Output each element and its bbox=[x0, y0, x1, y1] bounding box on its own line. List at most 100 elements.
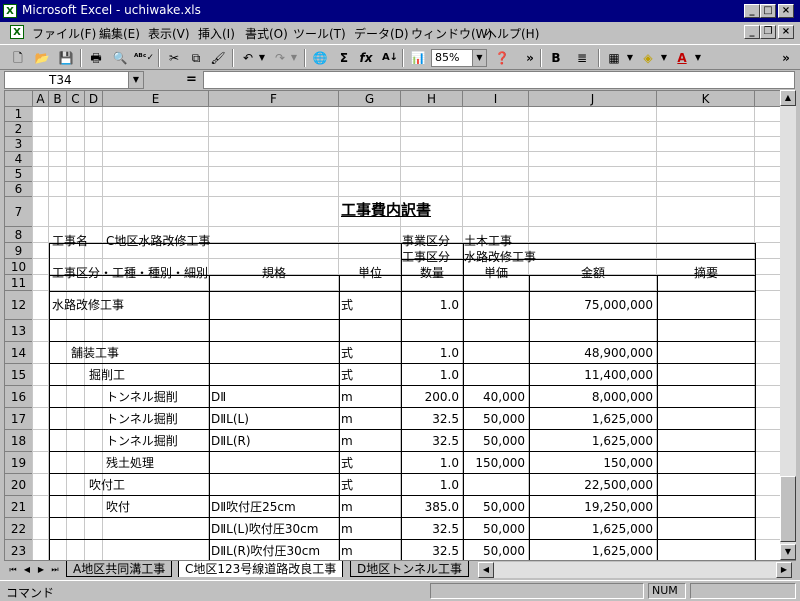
tab-a-district[interactable]: A地区共同溝工事 bbox=[66, 561, 173, 577]
doc-close-button[interactable]: × bbox=[778, 25, 794, 39]
col-header-g[interactable]: G bbox=[339, 91, 401, 107]
row-header[interactable]: 16 bbox=[5, 386, 33, 408]
vertical-scroll-thumb[interactable] bbox=[780, 476, 796, 542]
prev-sheet-icon[interactable]: ◀ bbox=[20, 563, 34, 577]
row-header[interactable]: 23 bbox=[5, 540, 33, 560]
autosum-sigma-icon[interactable]: Σ bbox=[334, 49, 354, 67]
row-header[interactable]: 15 bbox=[5, 364, 33, 386]
row-header[interactable]: 6 bbox=[5, 182, 33, 197]
row-header[interactable]: 7 bbox=[5, 197, 33, 227]
name-box-dropdown-icon[interactable]: ▼ bbox=[128, 72, 143, 88]
name-box[interactable]: T34 ▼ bbox=[4, 71, 144, 89]
row-header[interactable]: 9 bbox=[5, 243, 33, 259]
row-header[interactable]: 18 bbox=[5, 430, 33, 452]
tab-c-district[interactable]: C地区123号線道路改良工事 bbox=[178, 561, 344, 577]
copy-icon[interactable]: ⧉ bbox=[186, 49, 206, 67]
row-header[interactable]: 1 bbox=[5, 107, 33, 122]
col-header-a[interactable]: A bbox=[33, 91, 49, 107]
toolbar-more-2-icon[interactable]: » bbox=[776, 49, 796, 67]
row-header[interactable]: 21 bbox=[5, 496, 33, 518]
menu-bar: X ファイル(F) 編集(E) 表示(V) 挿入(I) 書式(O) ツール(T)… bbox=[0, 22, 800, 42]
menu-file[interactable]: ファイル(F) bbox=[32, 25, 96, 42]
doc-restore-button[interactable]: ❐ bbox=[760, 25, 776, 39]
row-header[interactable]: 4 bbox=[5, 152, 33, 167]
row-header[interactable]: 22 bbox=[5, 518, 33, 540]
row-header[interactable]: 20 bbox=[5, 474, 33, 496]
help-question-icon[interactable]: ❓ bbox=[492, 49, 512, 67]
redo-dropdown-icon[interactable]: ▼ bbox=[284, 49, 304, 67]
name-box-value: T34 bbox=[49, 73, 72, 87]
spell-check-icon[interactable]: ᴬᴮᶜ✓ bbox=[134, 49, 154, 67]
select-all-corner[interactable] bbox=[5, 91, 33, 107]
first-sheet-icon[interactable]: ⏮ bbox=[6, 563, 20, 577]
scroll-down-icon[interactable]: ▼ bbox=[780, 544, 796, 560]
menu-insert[interactable]: 挿入(I) bbox=[198, 25, 235, 42]
col-header-i[interactable]: I bbox=[463, 91, 529, 107]
scroll-up-icon[interactable]: ▲ bbox=[780, 90, 796, 106]
align-center-icon[interactable]: ≣ bbox=[572, 49, 592, 67]
horizontal-scrollbar[interactable]: ◀ ▶ bbox=[478, 562, 792, 578]
maximize-button[interactable]: □ bbox=[760, 4, 776, 18]
sort-ascending-icon[interactable]: A↓ bbox=[380, 49, 400, 67]
menu-view[interactable]: 表示(V) bbox=[148, 25, 190, 42]
web-globe-icon[interactable]: 🌐 bbox=[310, 49, 330, 67]
menu-tools[interactable]: ツール(T) bbox=[293, 25, 346, 42]
row-header[interactable]: 10 bbox=[5, 259, 33, 275]
menu-edit[interactable]: 編集(E) bbox=[99, 25, 140, 42]
minimize-button[interactable]: _ bbox=[744, 4, 760, 18]
row-header[interactable]: 3 bbox=[5, 137, 33, 152]
toolbar-more-icon[interactable]: » bbox=[520, 49, 540, 67]
doc-minimize-button[interactable]: _ bbox=[744, 25, 760, 39]
fill-color-dropdown-icon[interactable]: ▼ bbox=[654, 49, 674, 67]
undo-dropdown-icon[interactable]: ▼ bbox=[252, 49, 272, 67]
new-file-icon[interactable]: 🗋 bbox=[8, 49, 28, 67]
close-button[interactable]: × bbox=[778, 4, 794, 18]
open-folder-icon[interactable]: 📂 bbox=[32, 49, 52, 67]
row-header[interactable]: 19 bbox=[5, 452, 33, 474]
menu-window[interactable]: ウィンドウ(W) bbox=[411, 25, 492, 42]
row-header[interactable]: 12 bbox=[5, 291, 33, 320]
print-icon[interactable]: 🖶 bbox=[86, 49, 106, 67]
format-painter-icon[interactable]: 🖌 bbox=[208, 49, 228, 67]
chart-wizard-icon[interactable]: 📊 bbox=[408, 49, 428, 67]
col-header-f[interactable]: F bbox=[209, 91, 339, 107]
borders-dropdown-icon[interactable]: ▼ bbox=[620, 49, 640, 67]
formula-input[interactable] bbox=[203, 71, 795, 89]
menu-help[interactable]: ヘルプ(H) bbox=[485, 25, 539, 42]
next-sheet-icon[interactable]: ▶ bbox=[34, 563, 48, 577]
function-fx-icon[interactable]: fx bbox=[356, 49, 376, 67]
scroll-right-icon[interactable]: ▶ bbox=[776, 562, 792, 578]
col-header-b[interactable]: B bbox=[49, 91, 67, 107]
scroll-left-icon[interactable]: ◀ bbox=[478, 562, 494, 578]
font-color-dropdown-icon[interactable]: ▼ bbox=[688, 49, 708, 67]
tab-d-district[interactable]: D地区トンネル工事 bbox=[350, 561, 470, 577]
formula-equals-label[interactable]: = bbox=[186, 72, 197, 87]
col-header-d[interactable]: D bbox=[85, 91, 103, 107]
col-header-h[interactable]: H bbox=[401, 91, 463, 107]
row-header[interactable]: 8 bbox=[5, 227, 33, 243]
row-header[interactable]: 11 bbox=[5, 275, 33, 291]
menu-format[interactable]: 書式(O) bbox=[245, 25, 288, 42]
bold-icon[interactable]: B bbox=[546, 49, 566, 67]
row-header[interactable]: 14 bbox=[5, 342, 33, 364]
last-sheet-icon[interactable]: ⏭ bbox=[48, 563, 62, 577]
row-header[interactable]: 2 bbox=[5, 122, 33, 137]
print-preview-icon[interactable]: 🔍 bbox=[110, 49, 130, 67]
zoom-dropdown-icon[interactable]: ▼ bbox=[472, 50, 486, 66]
row-header[interactable]: 5 bbox=[5, 167, 33, 182]
cut-scissors-icon[interactable]: ✂ bbox=[164, 49, 184, 67]
col-header-j[interactable]: J bbox=[529, 91, 657, 107]
vertical-scrollbar[interactable]: ▲ ▼ bbox=[780, 90, 796, 560]
excel-app-icon[interactable]: X bbox=[3, 4, 17, 18]
workbook-icon[interactable]: X bbox=[10, 25, 24, 39]
item-qty: 1.0 bbox=[439, 368, 459, 382]
col-header-k[interactable]: K bbox=[657, 91, 755, 107]
save-disk-icon[interactable]: 💾 bbox=[56, 49, 76, 67]
row-header[interactable]: 13 bbox=[5, 320, 33, 342]
menu-data[interactable]: データ(D) bbox=[354, 25, 409, 42]
row-header[interactable]: 17 bbox=[5, 408, 33, 430]
zoom-select[interactable]: 85% ▼ bbox=[431, 49, 487, 67]
col-header-c[interactable]: C bbox=[67, 91, 85, 107]
col-header-e[interactable]: E bbox=[103, 91, 209, 107]
worksheet-grid[interactable]: A B C D E F G H I J K 1 2 3 4 5 6 7 8 9 10 11 12 13 1… bbox=[4, 90, 780, 560]
